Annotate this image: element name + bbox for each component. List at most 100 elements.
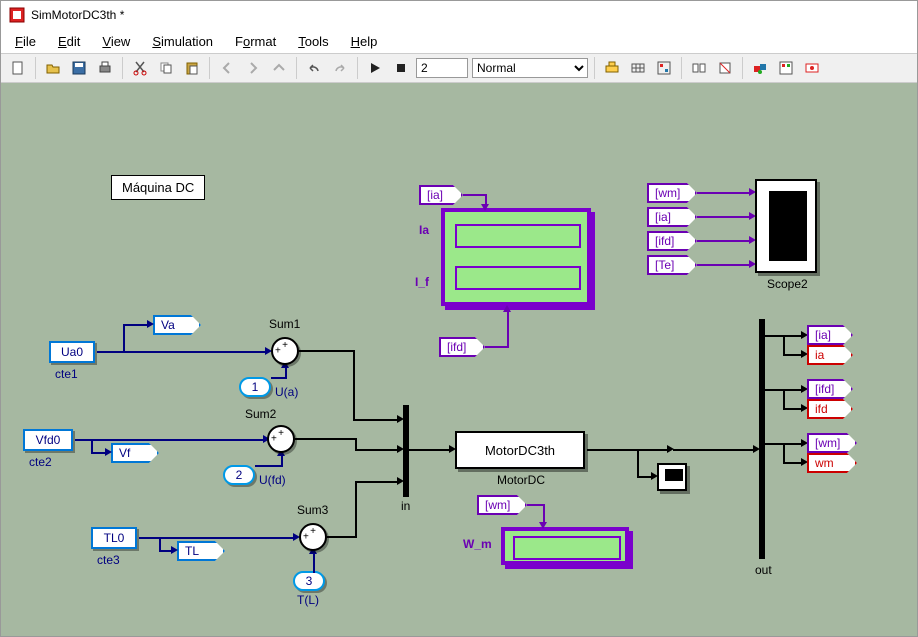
arrow-icon: [801, 404, 808, 412]
block-from-wm-disp[interactable]: [wm]: [477, 495, 527, 515]
menu-simulation[interactable]: Simulation: [142, 32, 223, 51]
toolbar-icon[interactable]: [714, 57, 736, 79]
annotation-title[interactable]: Máquina DC: [111, 175, 205, 200]
block-from-te-scope[interactable]: [Te]: [647, 255, 697, 275]
block-inport-3[interactable]: 3: [293, 571, 325, 591]
window-title: SimMotorDC3th *: [31, 8, 124, 22]
undo-button[interactable]: [303, 57, 325, 79]
run-button[interactable]: [364, 57, 386, 79]
label-cte1: cte1: [55, 367, 78, 381]
wire: [783, 354, 803, 356]
block-demux-out[interactable]: [759, 319, 765, 559]
wire: [355, 449, 399, 451]
block-goto-ia-red[interactable]: ia: [807, 345, 853, 365]
library-browser-button[interactable]: [749, 57, 771, 79]
label-if-disp: I_f: [415, 275, 429, 289]
toolbar-icon[interactable]: [801, 57, 823, 79]
block-displaygroup-wm[interactable]: [501, 527, 629, 565]
block-inport-2[interactable]: 2: [223, 465, 255, 485]
toolbar-icon[interactable]: [627, 57, 649, 79]
block-scope2[interactable]: [755, 179, 817, 273]
model-canvas[interactable]: Máquina DC Ua0 cte1 Va Vfd0 cte2 Vf TL0 …: [1, 83, 917, 636]
menu-format[interactable]: Format: [225, 32, 286, 51]
simulation-mode-select[interactable]: Normal: [472, 58, 588, 78]
toolbar-icon[interactable]: [653, 57, 675, 79]
paste-button[interactable]: [181, 57, 203, 79]
menu-edit[interactable]: Edit: [48, 32, 90, 51]
toolbar-separator: [296, 57, 297, 79]
toolbar-separator: [357, 57, 358, 79]
toolbar-icon[interactable]: [688, 57, 710, 79]
stop-button[interactable]: [390, 57, 412, 79]
block-goto-wm-red[interactable]: wm: [807, 453, 857, 473]
arrow-icon: [397, 415, 404, 423]
display-slot-wm: [513, 536, 621, 560]
stop-time-input[interactable]: [416, 58, 468, 78]
wire: [281, 455, 283, 467]
label-cte3: cte3: [97, 553, 120, 567]
toolbar: Normal: [1, 53, 917, 83]
block-from-ia-disp[interactable]: [ia]: [419, 185, 463, 205]
block-scope-small[interactable]: [657, 463, 687, 491]
arrow-icon: [397, 477, 404, 485]
block-constant-ua0[interactable]: Ua0: [49, 341, 95, 363]
label-sum3: Sum3: [297, 503, 328, 517]
block-constant-vfd0[interactable]: Vfd0: [23, 429, 73, 451]
block-goto-ia[interactable]: [ia]: [807, 325, 853, 345]
block-from-ia-scope[interactable]: [ia]: [647, 207, 697, 227]
wire: [313, 553, 315, 573]
block-from-wm-scope[interactable]: [wm]: [647, 183, 697, 203]
block-goto-ifd-red[interactable]: ifd: [807, 399, 853, 419]
block-sum2[interactable]: [267, 425, 295, 453]
toolbar-icon[interactable]: [601, 57, 623, 79]
block-goto-ifd[interactable]: [ifd]: [807, 379, 853, 399]
block-sum3[interactable]: [299, 523, 327, 551]
title-bar: SimMotorDC3th *: [1, 1, 917, 29]
redo-button[interactable]: [329, 57, 351, 79]
arrow-icon: [801, 331, 808, 339]
back-button[interactable]: [216, 57, 238, 79]
block-motordc[interactable]: MotorDC3th: [455, 431, 585, 469]
block-goto-tl[interactable]: TL: [177, 541, 225, 561]
block-from-ifd-scope[interactable]: [ifd]: [647, 231, 697, 251]
new-button[interactable]: [7, 57, 29, 79]
toolbar-separator: [594, 57, 595, 79]
cut-button[interactable]: [129, 57, 151, 79]
save-button[interactable]: [68, 57, 90, 79]
display-slot-ia: [455, 224, 581, 248]
wire: [353, 419, 399, 421]
up-button[interactable]: [268, 57, 290, 79]
wire: [123, 324, 125, 352]
toolbar-separator: [35, 57, 36, 79]
arrow-icon: [801, 350, 808, 358]
block-displaygroup-iaf[interactable]: [441, 208, 591, 306]
arrow-icon: [801, 385, 808, 393]
print-button[interactable]: [94, 57, 116, 79]
block-from-ifd-disp[interactable]: [ifd]: [439, 337, 485, 357]
wire: [409, 449, 451, 451]
arrow-icon: [105, 448, 112, 456]
copy-button[interactable]: [155, 57, 177, 79]
menu-file[interactable]: File: [5, 32, 46, 51]
menu-view[interactable]: View: [92, 32, 140, 51]
block-constant-tl0[interactable]: TL0: [91, 527, 137, 549]
menu-tools[interactable]: Tools: [288, 32, 338, 51]
forward-button[interactable]: [242, 57, 264, 79]
label-demux-out: out: [755, 563, 772, 577]
wire: [355, 481, 357, 537]
block-goto-vf[interactable]: Vf: [111, 443, 159, 463]
wire: [783, 462, 803, 464]
block-sum1[interactable]: [271, 337, 299, 365]
block-inport-1[interactable]: 1: [239, 377, 271, 397]
model-explorer-button[interactable]: [775, 57, 797, 79]
label-tl: T(L): [297, 593, 319, 607]
wire: [507, 310, 509, 348]
menu-help[interactable]: Help: [341, 32, 388, 51]
block-goto-va[interactable]: Va: [153, 315, 201, 335]
open-button[interactable]: [42, 57, 64, 79]
block-motordc-label: MotorDC3th: [485, 443, 555, 458]
block-goto-wm[interactable]: [wm]: [807, 433, 857, 453]
wire: [587, 449, 669, 451]
wire: [697, 240, 751, 242]
label-ufd: U(fd): [259, 473, 286, 487]
